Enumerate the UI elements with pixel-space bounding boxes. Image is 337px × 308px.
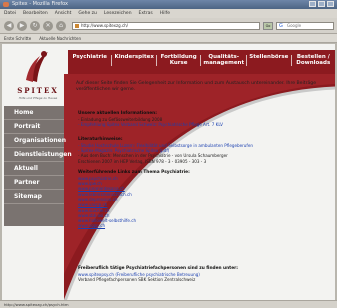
freiberuflich-line: Verband Pflegefachpersonen SBK Sektion Z… [78, 277, 196, 283]
section-aktuell-heading: Unsere aktuellen Informationen: [78, 111, 157, 116]
section-links: Weiterführende Links zum Thema Psychiatr… [78, 170, 308, 229]
menu-hilfe[interactable]: Hilfe [160, 9, 170, 18]
brand-tagline: Hilfe und Pflege zu Hause [18, 96, 58, 100]
sidebar-item-portrait[interactable]: Portrait [4, 120, 64, 134]
nav-stellenboerse[interactable]: Stellenbörse [247, 54, 290, 60]
back-arrow-icon[interactable]: ◀ [4, 21, 14, 31]
aktuell-link[interactable]: - Empfehlung Spitex Verband Schweiz: Psy… [78, 122, 308, 127]
section-literatur-heading: Literaturhinweise: [78, 137, 123, 142]
menu-bearbeiten[interactable]: Bearbeiten [23, 9, 48, 18]
stop-icon[interactable]: ✕ [43, 21, 53, 31]
sidebar-item-partner[interactable]: Partner [4, 176, 64, 190]
menu-lesezeichen[interactable]: Lesezeichen [104, 9, 132, 18]
window-titlebar: Spitex - Mozilla Firefox [0, 0, 337, 9]
status-bar: http://www.spitexzg.ch/psych.htm [0, 300, 337, 308]
bookmark-erste-schritte[interactable]: Erste Schritte [4, 34, 31, 42]
sidebar-item-organisationen[interactable]: Organisationen [4, 134, 66, 148]
page-viewport: SPITEX Hilfe und Pflege zu Hause Psychia… [2, 44, 335, 300]
home-icon[interactable]: ⌂ [56, 21, 66, 31]
sidebar-navigation: Home Portrait Organisationen Dienstleist… [4, 106, 72, 226]
reload-icon[interactable]: ↻ [30, 21, 40, 31]
spitex-logo-mark [26, 51, 48, 82]
section-links-heading: Weiterführende Links zum Thema Psychiatr… [78, 170, 190, 175]
bookmarks-toolbar: Erste Schritte Aktuelle Nachrichten [0, 34, 337, 43]
window-controls [309, 1, 334, 7]
bookmark-aktuelle-nachrichten[interactable]: Aktuelle Nachrichten [39, 34, 81, 42]
external-link[interactable]: www.sgpp.ch [78, 223, 308, 228]
google-search-icon: G [279, 23, 283, 29]
firefox-icon [3, 2, 9, 7]
forward-arrow-icon[interactable]: ▶ [17, 21, 27, 31]
section-freiberuflich-heading: Freiberuflich tätige Psychiatriefachpers… [78, 266, 238, 271]
sidebar-item-home[interactable]: Home [4, 106, 64, 120]
navigation-toolbar: ◀ ▶ ↻ ✕ ⌂ http://www.spitexzg.ch/ Go G G… [0, 18, 337, 34]
spitex-logo[interactable]: SPITEX Hilfe und Pflege zu Hause [4, 48, 70, 108]
url-input[interactable]: http://www.spitexzg.ch/ [72, 22, 260, 30]
menu-gehe-zu[interactable]: Gehe zu [78, 9, 97, 18]
nav-kinderspitex[interactable]: Kinderspitex [112, 54, 155, 60]
menu-extras[interactable]: Extras [139, 9, 153, 18]
maximize-button[interactable] [318, 1, 325, 7]
nav-bestellen-downloads[interactable]: Bestellen / Downloads [292, 54, 335, 66]
nav-fortbildung-kurse[interactable]: Fortbildung Kurse [157, 54, 200, 66]
literatur-line: Erschienen 2007 im HEP Verlag, ISBN 978 … [78, 158, 207, 164]
search-placeholder: Google [287, 23, 302, 28]
menu-bar: Datei Bearbeiten Ansicht Gehe zu Lesezei… [0, 9, 337, 18]
section-aktuell: Unsere aktuellen Informationen: - Einlad… [78, 111, 308, 127]
section-literatur: Literaturhinweise: - Studie Hochschule L… [78, 137, 308, 164]
sidebar-item-aktuell[interactable]: Aktuell [4, 162, 64, 176]
minimize-button[interactable] [309, 1, 316, 7]
url-text: http://www.spitexzg.ch/ [81, 23, 129, 28]
menu-datei[interactable]: Datei [4, 9, 16, 18]
top-navigation: Psychiatrie Kinderspitex Fortbildung Kur… [68, 54, 335, 74]
intro-text: Auf dieser Seite finden Sie Gelegenheit … [76, 81, 317, 92]
close-button[interactable] [327, 1, 334, 7]
sidebar-item-sitemap[interactable]: Sitemap [4, 190, 64, 204]
go-button[interactable]: Go [263, 22, 273, 30]
window-title: Spitex - Mozilla Firefox [12, 1, 68, 7]
menu-ansicht[interactable]: Ansicht [55, 9, 72, 18]
favicon-icon [75, 24, 79, 28]
brand-name: SPITEX [17, 86, 59, 95]
section-freiberuflich: Freiberuflich tätige Psychiatriefachpers… [78, 266, 308, 282]
nav-qualitaetsmanagement[interactable]: Qualitäts-management [201, 54, 246, 66]
nav-psychiatrie[interactable]: Psychiatrie [68, 54, 111, 60]
sidebar-item-dienstleistungen[interactable]: Dienstleistungen [4, 148, 72, 162]
search-input[interactable]: G Google [276, 22, 334, 30]
status-text: http://www.spitexzg.ch/psych.htm [4, 302, 69, 307]
